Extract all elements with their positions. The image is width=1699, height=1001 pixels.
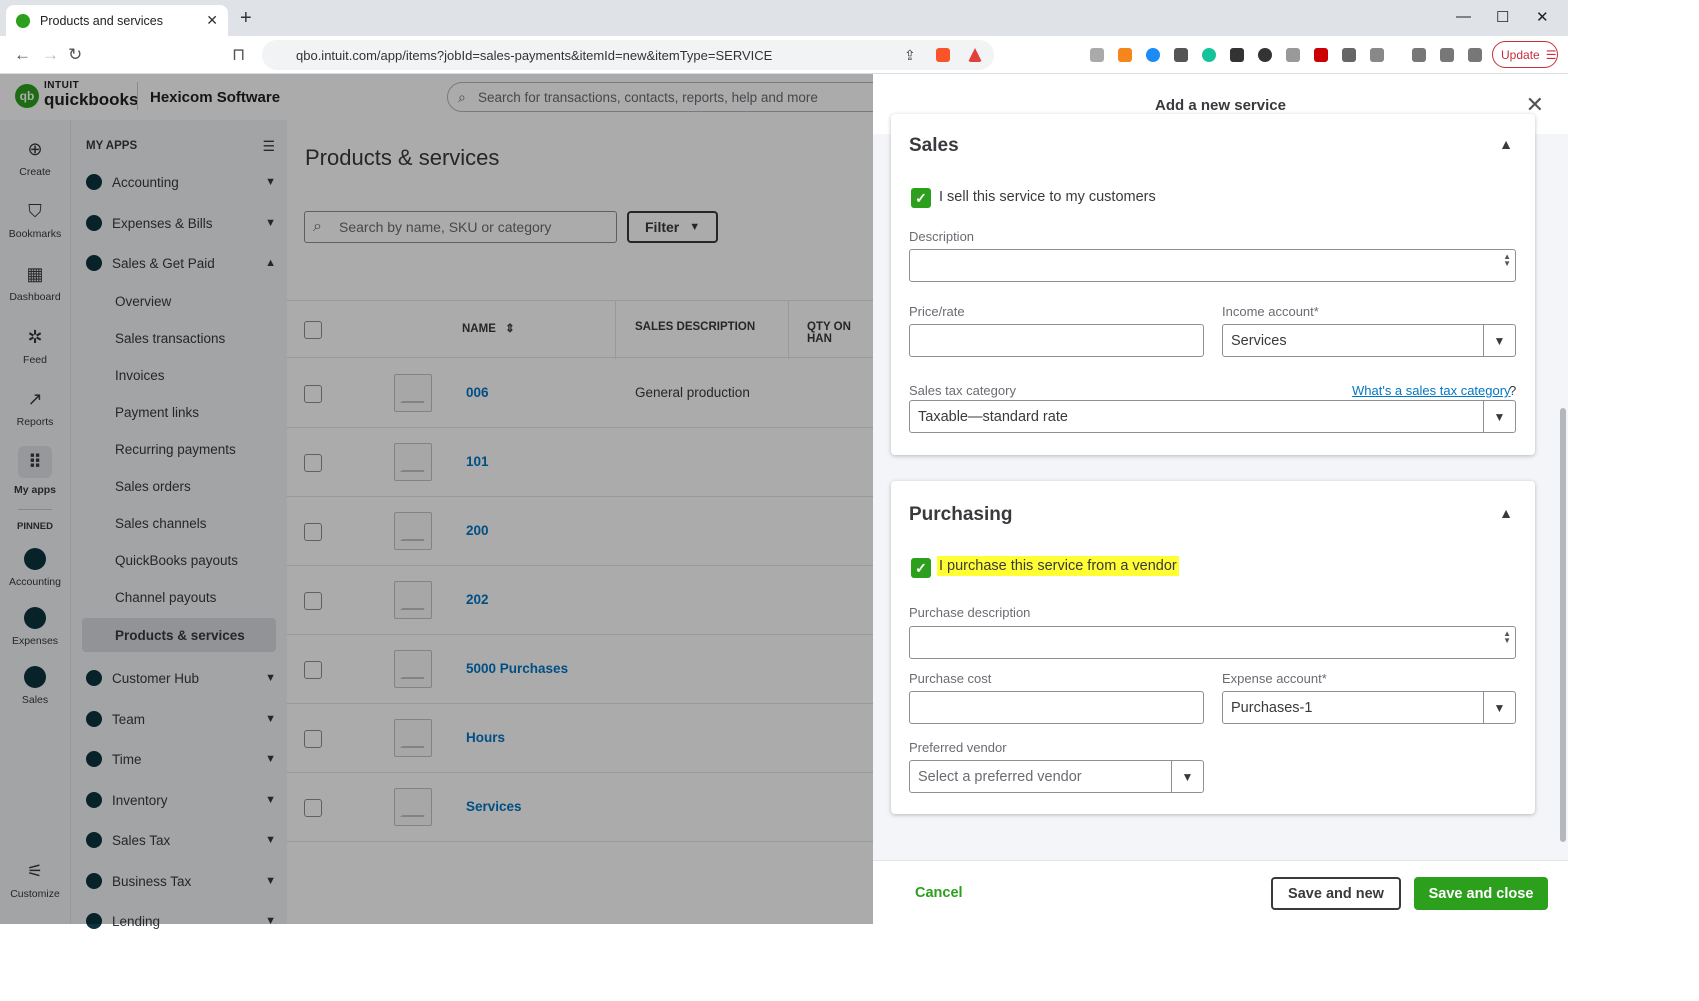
share-icon[interactable]: ⇪ (904, 47, 918, 63)
save-and-new-button[interactable]: Save and new (1271, 877, 1401, 910)
menu-icon: ☰ (1545, 47, 1557, 62)
quickbooks-favicon-icon (16, 13, 30, 28)
income-account-select[interactable]: Services ▼ (1222, 324, 1516, 357)
reload-icon[interactable]: ↻ (68, 45, 82, 65)
sell-service-label: I sell this service to my customers (939, 189, 1156, 205)
metamask-icon[interactable] (1118, 48, 1132, 62)
url-text: qbo.intuit.com/app/items?jobId=sales-pay… (296, 47, 773, 63)
purchasing-heading: Purchasing (909, 504, 1013, 525)
close-window-icon[interactable]: ✕ (1536, 8, 1549, 26)
purchase-description-field[interactable]: ▲ ▼ (909, 626, 1516, 659)
wallet-icon[interactable] (1412, 48, 1426, 62)
extensions-puzzle-icon[interactable] (1342, 48, 1356, 62)
sales-tax-category-value: Taxable—standard rate (918, 408, 1068, 425)
modal-backdrop[interactable] (0, 74, 873, 924)
expense-account-value: Purchases-1 (1231, 699, 1313, 716)
back-icon[interactable]: ← (14, 45, 31, 65)
leo-ai-icon[interactable] (1440, 48, 1454, 62)
purchasing-section: Purchasing ▲ ✓ I purchase this service f… (891, 481, 1535, 814)
extension-8-icon[interactable] (1286, 48, 1300, 62)
drawer-scrollbar[interactable] (1560, 408, 1566, 842)
grammarly-icon[interactable] (1202, 48, 1216, 62)
close-tab-icon[interactable]: ✕ (206, 12, 218, 29)
bookmark-icon[interactable]: ⊓ (232, 45, 245, 65)
extension-9-icon[interactable] (1314, 48, 1328, 62)
browser-tabbar: Products and services ✕ + — ☐ ✕ (0, 0, 1568, 36)
preferred-vendor-select[interactable]: Select a preferred vendor ▼ (909, 760, 1204, 793)
chevron-down-icon[interactable]: ▼ (1171, 761, 1203, 792)
income-account-value: Services (1231, 332, 1287, 349)
preferred-vendor-placeholder: Select a preferred vendor (918, 768, 1082, 785)
purchase-service-label: I purchase this service from a vendor (937, 556, 1179, 576)
sales-tax-help-link[interactable]: What's a sales tax category (1352, 383, 1511, 398)
resize-spinner-icon: ▲ ▼ (1503, 252, 1511, 268)
address-bar[interactable]: qbo.intuit.com/app/items?jobId=sales-pay… (262, 40, 994, 70)
brave-shields-icon[interactable] (936, 48, 950, 62)
browser-tab[interactable]: Products and services ✕ (6, 5, 228, 36)
sales-tax-category-label: Sales tax category (909, 383, 1016, 398)
purchase-cost-label: Purchase cost (909, 671, 992, 686)
sell-service-checkbox[interactable]: ✓ (911, 188, 931, 208)
forward-icon[interactable]: → (42, 45, 59, 65)
chevron-up-icon[interactable]: ▲ (1499, 505, 1513, 521)
resize-spinner-icon: ▲ ▼ (1503, 629, 1511, 645)
extension-6-icon[interactable] (1230, 48, 1244, 62)
chevron-down-icon[interactable]: ▼ (1483, 401, 1515, 432)
update-label: Update (1501, 47, 1540, 62)
maximize-icon[interactable]: ☐ (1496, 8, 1509, 26)
new-tab-icon[interactable]: + (240, 7, 252, 30)
purchase-description-label: Purchase description (909, 605, 1031, 620)
chevron-up-icon[interactable]: ▲ (1499, 136, 1513, 152)
extension-3-icon[interactable] (1146, 48, 1160, 62)
price-rate-field[interactable] (909, 324, 1204, 357)
income-account-label: Income account* (1222, 304, 1319, 319)
add-service-drawer: Add a new service ✕ Sales ▲ ✓ I sell thi… (873, 74, 1568, 924)
cancel-button[interactable]: Cancel (915, 885, 963, 901)
purchase-service-checkbox[interactable]: ✓ (911, 558, 931, 578)
drawer-footer: Cancel Save and new Save and close (873, 860, 1568, 924)
extension-1-icon[interactable] (1090, 48, 1104, 62)
save-and-close-button[interactable]: Save and close (1414, 877, 1548, 910)
description-label: Description (909, 229, 975, 244)
chevron-down-icon[interactable]: ▼ (1483, 325, 1515, 356)
sales-tax-category-select[interactable]: Taxable—standard rate ▼ (909, 400, 1516, 433)
sales-heading: Sales (909, 135, 959, 156)
vpn-icon[interactable] (1468, 48, 1482, 62)
extension-11-icon[interactable] (1370, 48, 1384, 62)
extension-7-icon[interactable] (1258, 48, 1272, 62)
tab-title: Products and services (40, 13, 163, 28)
purchase-cost-field[interactable] (909, 691, 1204, 724)
extension-4-icon[interactable] (1174, 48, 1188, 62)
update-button[interactable]: Update ☰ (1492, 41, 1558, 68)
preferred-vendor-label: Preferred vendor (909, 740, 1007, 755)
drawer-title: Add a new service (1155, 97, 1286, 114)
sales-section: Sales ▲ ✓ I sell this service to my cust… (891, 114, 1535, 455)
sales-description-field[interactable]: ▲ ▼ (909, 249, 1516, 282)
expense-account-select[interactable]: Purchases-1 ▼ (1222, 691, 1516, 724)
price-rate-label: Price/rate (909, 304, 965, 319)
sales-tax-help-question: ? (1509, 383, 1517, 398)
browser-toolbar: ← → ↻ ⊓ qbo.intuit.com/app/items?jobId=s… (0, 36, 1568, 74)
minimize-icon[interactable]: — (1456, 8, 1471, 25)
expense-account-label: Expense account* (1222, 671, 1327, 686)
chevron-down-icon[interactable]: ▼ (1483, 692, 1515, 723)
